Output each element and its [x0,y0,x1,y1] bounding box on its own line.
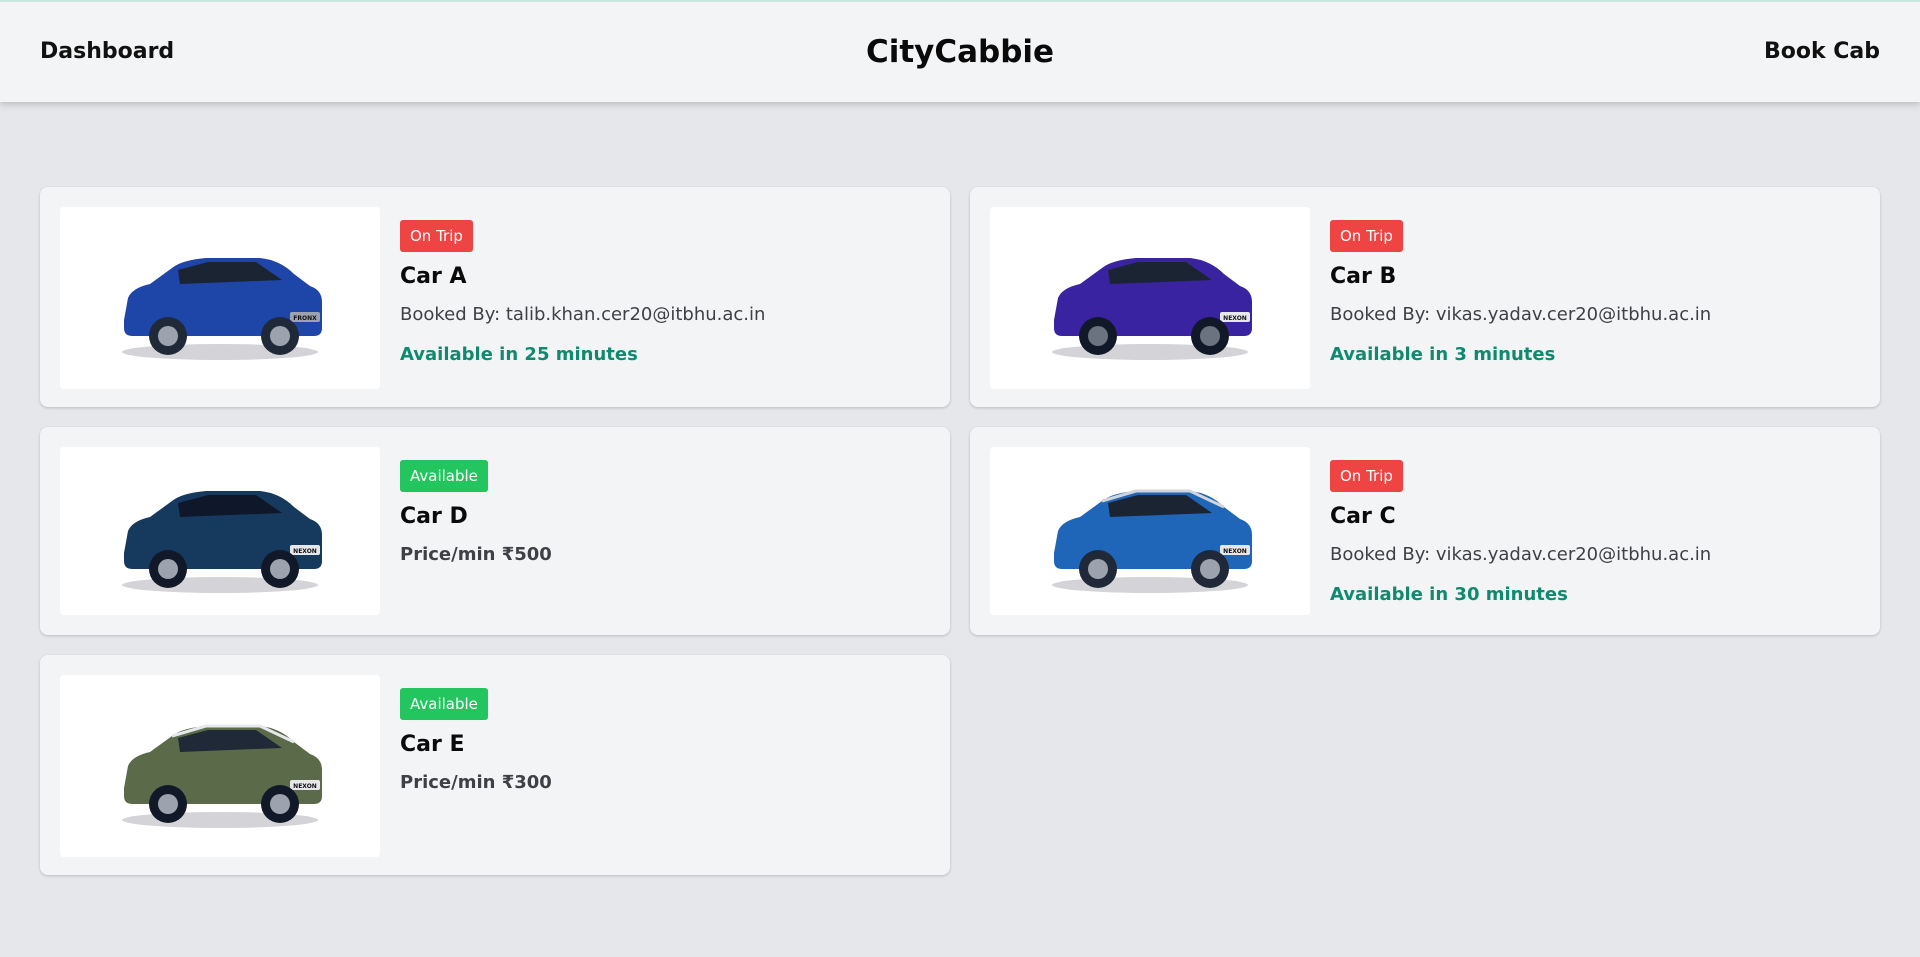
booked-by-text: Booked By: vikas.yadav.cer20@itbhu.ac.in [1330,304,1712,325]
status-badge: On Trip [1330,220,1403,252]
svg-text:NEXON: NEXON [1223,315,1247,322]
car-a-info: On Trip Car A Booked By: talib.khan.cer2… [400,207,765,368]
car-card-a[interactable]: FRONX On Trip Car A Booked By: talib.kha… [40,187,950,407]
car-card-e[interactable]: NEXON Available Car E Price/min ₹300 [40,655,950,875]
car-card-b[interactable]: NEXON On Trip Car B Booked By: vikas.yad… [970,187,1880,407]
booked-by-text: Booked By: vikas.yadav.cer20@itbhu.ac.in [1330,544,1712,565]
car-image: NEXON [122,724,322,828]
booked-by-text: Booked By: talib.khan.cer20@itbhu.ac.in [400,304,766,325]
svg-text:FRONX: FRONX [293,315,317,322]
car-card-d[interactable]: NEXON Available Car D Price/min ₹500 [40,427,950,635]
car-c-photo: NEXON [990,447,1310,615]
status-badge: Available [400,688,488,720]
car-name: Car E [400,732,465,757]
book-cab-link[interactable]: Book Cab [1764,39,1880,64]
car-b-info: On Trip Car B Booked By: vikas.yadav.cer… [1330,207,1711,368]
car-name: Car D [400,504,468,529]
availability-text: Available in 25 minutes [400,344,638,365]
car-list: FRONX On Trip Car A Booked By: talib.kha… [40,187,1880,875]
car-name: Car A [400,264,467,289]
availability-text: Available in 3 minutes [1330,344,1556,365]
car-image: NEXON [122,491,322,593]
status-badge: Available [400,460,488,492]
car-d-photo: NEXON [60,447,380,615]
car-c-info: On Trip Car C Booked By: vikas.yadav.cer… [1330,447,1711,608]
car-card-c[interactable]: NEXON On Trip Car C Booked By: vikas.yad… [970,427,1880,635]
price-text: Price/min ₹500 [400,544,552,565]
car-e-photo: NEXON [60,675,380,857]
status-badge: On Trip [1330,460,1403,492]
car-d-info: Available Car D Price/min ₹500 [400,447,552,568]
svg-text:NEXON: NEXON [293,783,317,790]
top-navbar: Dashboard CityCabbie Book Cab [0,0,1920,102]
car-e-info: Available Car E Price/min ₹300 [400,675,552,796]
car-a-photo: FRONX [60,207,380,389]
dashboard-link[interactable]: Dashboard [40,39,174,64]
availability-text: Available in 30 minutes [1330,584,1568,605]
car-image: NEXON [1052,258,1252,360]
car-image: NEXON [1052,489,1252,593]
brand-title: CityCabbie [865,34,1055,70]
price-text: Price/min ₹300 [400,772,552,793]
car-image: FRONX [122,258,322,360]
svg-text:NEXON: NEXON [293,548,317,555]
car-name: Car B [1330,264,1397,289]
car-b-photo: NEXON [990,207,1310,389]
svg-text:NEXON: NEXON [1223,548,1247,555]
car-name: Car C [1330,504,1396,529]
status-badge: On Trip [400,220,473,252]
